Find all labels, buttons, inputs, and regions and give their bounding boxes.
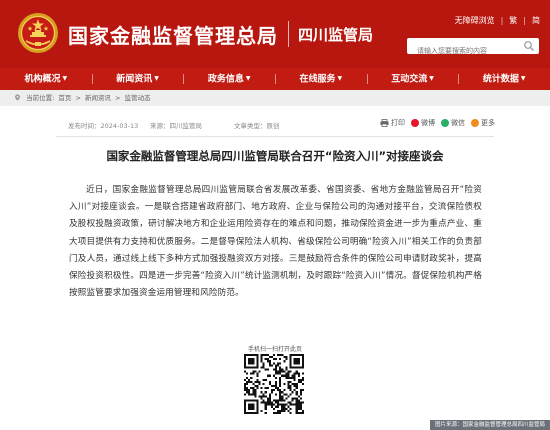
source-label: 来源： [150,122,170,130]
nav-item-label: 统计数据 [482,74,519,85]
branch-title[interactable]: 四川监管局 [298,24,373,45]
more-icon [471,119,479,127]
site-title[interactable]: 国家金融监督管理总局 [68,20,278,49]
search-box [407,38,539,59]
title-divider [288,21,289,47]
nav-item-online-service[interactable]: 在线服务 ▼ [275,68,367,90]
publish-date-label: 发布时间： [68,122,101,130]
wechat-label: 微信 [451,119,465,127]
location-pin-icon [15,94,20,101]
nav-item-statistics[interactable]: 统计数据 ▼ [458,68,550,90]
breadcrumb-separator: > [115,94,121,102]
article-title: 国家金融监督管理总局四川监管局联合召开“险资入川”对接座谈会 [106,149,444,163]
breadcrumb-news[interactable]: 新闻资讯 [85,94,111,102]
breadcrumb-prefix: 当前位置: [26,94,55,102]
breadcrumb-regulatory-news[interactable]: 监管动态 [125,94,151,102]
traditional-chinese-link[interactable]: 繁 [509,15,517,26]
chevron-down-icon: ▼ [337,75,343,82]
qr-caption: 手机扫一扫打开此页 [247,346,302,353]
weibo-icon [411,119,419,127]
nav-item-label: 机构概况 [24,74,61,85]
breadcrumb-separator: > [75,94,81,102]
nav-item-interaction[interactable]: 互动交流 ▼ [366,68,459,90]
nav-item-label: 政务信息 [207,74,244,85]
link-separator: | [523,16,526,25]
publish-date: 发布时间：2024-03-13 [68,120,138,130]
search-icon[interactable] [523,40,535,52]
site-header: 国家金融监督管理总局 四川监管局 无障碍浏览 | 繁 | 简 [0,0,550,68]
print-button[interactable]: 打印 [380,118,405,128]
nav-item-label: 互动交流 [391,74,428,85]
accessibility-link[interactable]: 无障碍浏览 [455,15,495,26]
weibo-share-button[interactable]: 微博 [411,118,435,128]
type-value: 原创 [266,122,280,130]
wechat-share-button[interactable]: 微信 [441,118,465,128]
breadcrumb: 当前位置: 首页 > 新闻资讯 > 监管动态 [0,90,550,106]
print-label: 打印 [391,119,405,127]
chevron-down-icon: ▼ [520,75,526,82]
weibo-label: 微博 [421,119,435,127]
main-nav: 机构概况 ▼ 新闻资讯 ▼ 政务信息 ▼ 在线服务 ▼ 互动交流 ▼ 统计数据 ▼ [0,68,550,90]
share-bar: 打印 微博 微信 更多 [380,118,495,128]
meta-divider [56,136,494,137]
nav-item-government-info[interactable]: 政务信息 ▼ [183,68,275,90]
more-label: 更多 [481,119,495,127]
article-source: 来源：四川监管局 [150,120,202,130]
nav-item-label: 在线服务 [299,74,336,85]
nav-item-news[interactable]: 新闻资讯 ▼ [91,68,184,90]
more-share-button[interactable]: 更多 [471,118,495,128]
chevron-down-icon: ▼ [429,75,434,82]
print-icon [380,119,389,127]
chevron-down-icon: ▼ [245,75,251,82]
chevron-down-icon: ▼ [154,75,159,82]
breadcrumb-home[interactable]: 首页 [58,94,71,102]
qr-code-icon [244,354,304,414]
national-emblem-icon [18,13,58,53]
nav-item-about[interactable]: 机构概况 ▼ [0,68,92,90]
chevron-down-icon: ▼ [62,75,68,82]
article-body: 近日，国家金融监督管理总局四川监管局联合省发展改革委、省国资委、省地方金融监管局… [69,185,482,299]
wechat-icon [441,119,449,127]
simplified-chinese-link[interactable]: 简 [532,15,540,26]
search-input[interactable] [407,43,519,59]
source-value: 四川监管局 [169,122,203,130]
image-credit: 图片来源：国家金融监督管理总局四川监管局 [429,420,550,430]
article-type: 文章类型：原创 [234,120,280,130]
publish-date-value: 2024-03-13 [100,122,139,130]
link-separator: | [500,16,504,25]
type-label: 文章类型： [234,122,267,130]
top-links: 无障碍浏览 | 繁 | 简 [455,15,540,26]
nav-item-label: 新闻资讯 [116,74,153,85]
